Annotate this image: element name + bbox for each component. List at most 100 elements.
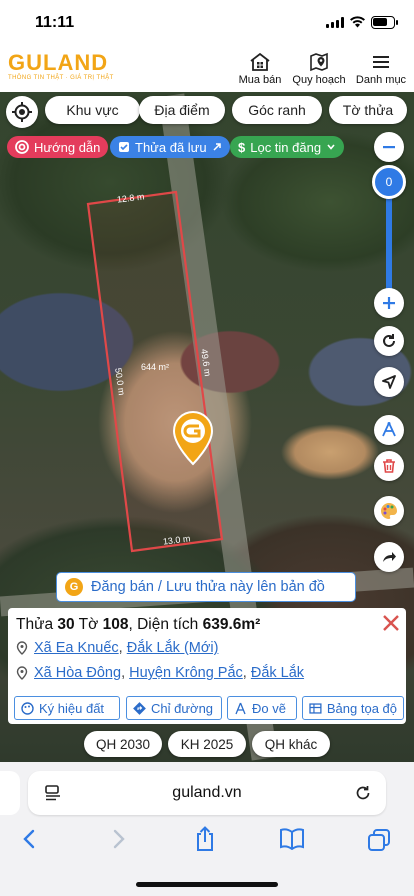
coordinate-table-label: Bảng tọa độ	[326, 700, 397, 716]
delete-button[interactable]	[374, 451, 404, 481]
chip-khu-vuc[interactable]: Khu vực	[45, 96, 140, 124]
parcel-number: 30	[57, 616, 75, 633]
nav-mua-ban[interactable]: Mua bán	[238, 52, 282, 86]
back-icon[interactable]	[20, 828, 38, 850]
map-style-button[interactable]	[374, 496, 404, 526]
measure-tool-button[interactable]	[374, 415, 404, 445]
close-icon	[383, 615, 399, 631]
nav-quy-hoach-label: Quy hoạch	[292, 74, 346, 86]
land-symbol-button[interactable]: Ký hiệu đất	[14, 696, 120, 720]
title-mid: Tờ	[74, 616, 103, 633]
parcel-title: Thửa 30 Tờ 108, Diện tích 639.6m²	[16, 616, 260, 634]
drawing-compass-icon	[235, 702, 246, 714]
parcel-area: 639.6m²	[202, 616, 261, 633]
parcel-info-card: Thửa 30 Tờ 108, Diện tích 639.6m² Xã Ea …	[8, 608, 406, 724]
guland-logo[interactable]: GULAND THÔNG TIN THẬT · GIÁ TRỊ THẬT	[8, 50, 114, 82]
status-time: 11:11	[35, 14, 75, 31]
opacity-slider-track[interactable]	[386, 192, 392, 292]
external-arrow-icon	[213, 143, 221, 151]
address-bar[interactable]: guland.vn	[28, 771, 386, 815]
home-indicator	[136, 882, 278, 887]
trash-icon	[383, 459, 395, 473]
filter-listings-button[interactable]: $ Lọc tin đăng	[230, 136, 345, 158]
plus-icon	[383, 297, 395, 309]
house-grid-icon	[250, 52, 270, 71]
dollar-icon: $	[238, 139, 246, 155]
location-pin-icon	[16, 666, 28, 680]
addr2-commune-link[interactable]: Xã Hòa Đông	[34, 665, 121, 681]
post-listing-banner[interactable]: G Đăng bán / Lưu thửa này lên bản đồ	[56, 572, 356, 602]
addr1-province-link[interactable]: Đắk Lắk (Mới)	[127, 640, 219, 656]
map-pin-icon	[310, 52, 328, 72]
cellular-signal-icon	[326, 17, 344, 28]
close-card-button[interactable]	[380, 612, 402, 639]
navigate-button[interactable]	[374, 367, 404, 397]
app-header: GULAND THÔNG TIN THẬT · GIÁ TRỊ THẬT Mua…	[0, 46, 414, 92]
directions-button[interactable]: Chỉ đường	[126, 696, 222, 720]
logo-slogan: THÔNG TIN THẬT · GIÁ TRỊ THẬT	[8, 75, 114, 81]
coordinate-table-button[interactable]: Bảng tọa độ	[302, 696, 404, 720]
opacity-slider-knob[interactable]: 0	[372, 165, 406, 199]
location-marker-icon[interactable]	[172, 410, 214, 466]
zoom-out-button[interactable]	[374, 132, 404, 162]
title-area-label: , Diện tích	[128, 616, 203, 633]
refresh-button[interactable]	[374, 326, 404, 356]
planning-qh-khac[interactable]: QH khác	[252, 731, 330, 757]
planning-kh-2025[interactable]: KH 2025	[168, 731, 246, 757]
post-listing-label: Đăng bán / Lưu thửa này lên bản đồ	[91, 579, 325, 595]
address-new: Xã Ea Knuếc, Đắk Lắk (Mới)	[16, 640, 218, 656]
chip-to-thua[interactable]: Tờ thửa	[329, 96, 407, 124]
land-symbol-label: Ký hiệu đất	[39, 700, 105, 716]
address-old: Xã Hòa Đông, Huyện Krông Pắc, Đắk Lắk	[16, 665, 304, 681]
minus-icon	[383, 146, 395, 149]
refresh-icon	[383, 334, 395, 347]
location-pin-icon	[16, 641, 28, 655]
wifi-icon	[350, 16, 365, 28]
directions-label: Chỉ đường	[151, 700, 214, 716]
nav-danh-muc[interactable]: Danh mục	[355, 52, 407, 86]
bookmarks-icon[interactable]	[279, 828, 305, 850]
palette-icon	[381, 503, 398, 519]
previous-tab-preview[interactable]	[0, 771, 20, 815]
addr1-commune-link[interactable]: Xã Ea Knuếc	[34, 640, 119, 656]
navigation-arrow-icon	[382, 375, 396, 389]
lifebuoy-icon	[15, 140, 29, 154]
filter-label: Lọc tin đăng	[250, 139, 322, 155]
sheet-number: 108	[102, 616, 129, 633]
logo-wordmark: GULAND	[8, 50, 109, 75]
crosshair-icon	[12, 102, 32, 122]
addr2-district-link[interactable]: Huyện Krông Pắc	[129, 665, 243, 681]
status-bar: 11:11	[0, 0, 414, 46]
table-icon	[309, 702, 322, 714]
saved-parcels-button[interactable]: Thửa đã lưu	[110, 136, 230, 158]
measure-draw-label: Đo vẽ	[252, 700, 286, 716]
parcel-area-label: 644 m²	[141, 362, 169, 372]
planning-qh-2030[interactable]: QH 2030	[84, 731, 162, 757]
guide-label: Hướng dẫn	[34, 139, 101, 155]
url-text: guland.vn	[172, 784, 242, 801]
zoom-in-button[interactable]	[374, 288, 404, 318]
share-icon[interactable]	[193, 826, 217, 852]
palette-icon	[21, 701, 34, 715]
nav-mua-ban-label: Mua bán	[238, 74, 282, 86]
nav-quy-hoach[interactable]: Quy hoạch	[291, 52, 347, 86]
reload-icon[interactable]	[354, 784, 372, 802]
addr2-province-link[interactable]: Đắk Lắk	[251, 665, 304, 681]
measure-draw-button[interactable]: Đo vẽ	[227, 696, 297, 720]
parcel-right-edge: 49.6 m	[199, 348, 213, 377]
menu-icon	[373, 56, 389, 68]
chip-goc-ranh[interactable]: Góc ranh	[232, 96, 322, 124]
guide-button[interactable]: Hướng dẫn	[7, 136, 109, 158]
locate-me-button[interactable]	[6, 96, 38, 128]
chip-dia-diem[interactable]: Địa điểm	[139, 96, 225, 124]
drawing-compass-icon	[382, 422, 396, 437]
chevron-down-icon	[327, 144, 335, 150]
checklist-icon	[119, 142, 129, 152]
share-button[interactable]	[374, 542, 404, 572]
guland-g-icon: G	[65, 578, 83, 596]
saved-label: Thửa đã lưu	[135, 139, 207, 155]
title-prefix: Thửa	[16, 616, 58, 633]
forward-icon[interactable]	[110, 828, 128, 850]
browser-bottom-bar: guland.vn	[0, 762, 414, 896]
tabs-icon[interactable]	[367, 828, 391, 852]
